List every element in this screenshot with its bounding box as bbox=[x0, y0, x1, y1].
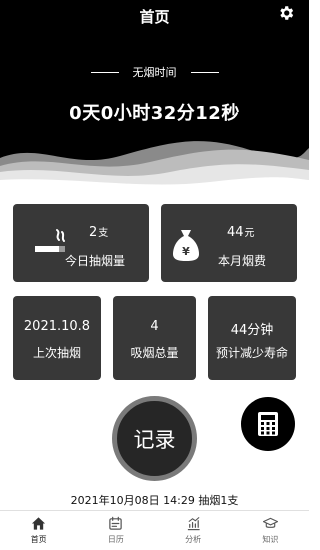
last-smoke-value: 2021.10.8 bbox=[23, 319, 91, 334]
last-smoke-label: 上次抽烟 bbox=[32, 346, 81, 360]
bottom-tab-bar: 首页 日历 分析 知识 bbox=[0, 510, 309, 550]
stat-card-today-count[interactable]: 2支 今日抽烟量 bbox=[13, 204, 149, 282]
chart-icon bbox=[187, 517, 200, 531]
divider-right bbox=[190, 71, 219, 73]
smoke-free-label: 无烟时间 bbox=[132, 66, 177, 79]
tab-home-label: 首页 bbox=[30, 535, 47, 544]
home-icon bbox=[32, 517, 46, 530]
total-count-value: 4 bbox=[150, 319, 159, 334]
tab-home[interactable]: 首页 bbox=[0, 511, 77, 550]
graduation-cap-icon bbox=[262, 517, 278, 528]
stat-card-last-smoke[interactable]: 2021.10.8 上次抽烟 bbox=[13, 296, 101, 380]
tab-analysis[interactable]: 分析 bbox=[155, 511, 232, 550]
monthly-cost-value: 44元 bbox=[227, 225, 255, 240]
smoke-free-timer: 0天0小时32分12秒 bbox=[69, 103, 240, 124]
calculator-button[interactable] bbox=[241, 397, 295, 451]
life-reduced-label: 预计减少寿命 bbox=[215, 346, 288, 360]
tab-calendar-label: 日历 bbox=[107, 535, 124, 544]
stat-card-total-count[interactable]: 4 吸烟总量 bbox=[113, 296, 196, 380]
record-button[interactable]: 记录 bbox=[112, 396, 197, 481]
tab-knowledge[interactable]: 知识 bbox=[232, 511, 309, 550]
svg-text:¥: ¥ bbox=[182, 245, 190, 258]
gear-icon[interactable] bbox=[277, 4, 295, 22]
stat-card-monthly-cost[interactable]: ¥ 44元 本月烟费 bbox=[161, 204, 297, 282]
wave-decoration bbox=[0, 141, 309, 190]
tab-analysis-label: 分析 bbox=[185, 535, 202, 544]
calendar-icon bbox=[109, 516, 123, 530]
stat-card-life-reduced[interactable]: 44分钟 预计减少寿命 bbox=[208, 296, 296, 380]
money-bag-icon: ¥ bbox=[173, 230, 199, 261]
total-count-label: 吸烟总量 bbox=[130, 346, 179, 360]
today-count-value: 2支 bbox=[89, 225, 109, 240]
latest-log-entry: 2021年10月08日 14:29 抽烟1支 bbox=[70, 494, 239, 507]
page-title: 首页 bbox=[139, 8, 170, 26]
divider-left bbox=[90, 71, 119, 73]
subtitle-row: 无烟时间 bbox=[0, 64, 309, 80]
today-count-label: 今日抽烟量 bbox=[65, 254, 126, 268]
hero-panel: 首页 无烟时间 0天0小时32分12秒 bbox=[0, 0, 309, 190]
calculator-icon bbox=[258, 412, 278, 436]
life-reduced-value: 44分钟 bbox=[230, 323, 274, 338]
tab-calendar[interactable]: 日历 bbox=[77, 511, 154, 550]
tab-knowledge-label: 知识 bbox=[262, 535, 279, 544]
record-button-label: 记录 bbox=[133, 427, 176, 452]
monthly-cost-label: 本月烟费 bbox=[218, 254, 267, 268]
